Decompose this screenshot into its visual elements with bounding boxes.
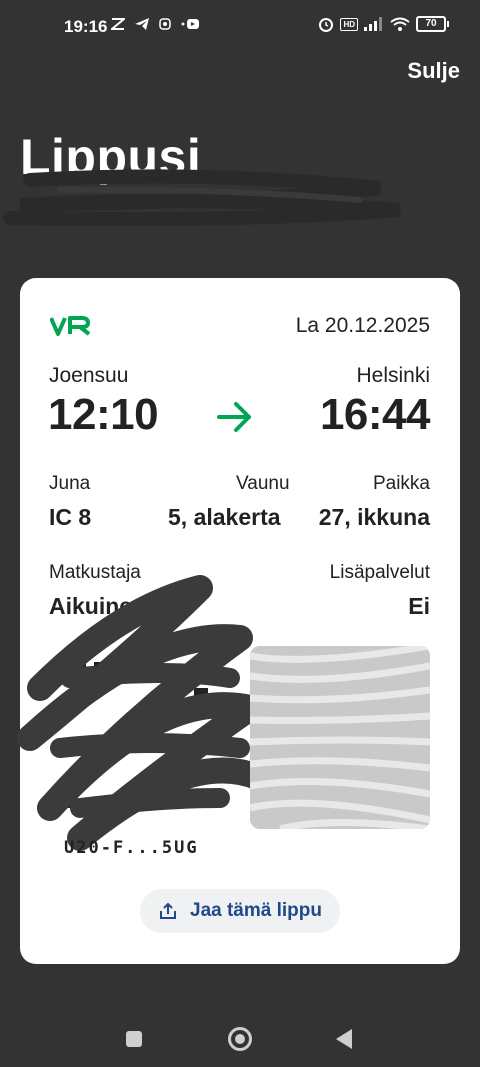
arrival-station: Helsinki <box>356 364 430 387</box>
seat-value: 27, ikkuna <box>318 504 430 530</box>
recent-apps-button[interactable] <box>126 1031 142 1047</box>
navigation-bar <box>0 1005 480 1067</box>
ticket-code: U20-F...5UG <box>64 838 199 858</box>
wifi-icon <box>390 17 410 31</box>
vr-logo <box>50 316 91 336</box>
share-button-label: Jaa tämä lippu <box>190 900 322 921</box>
train-label: Juna <box>49 473 91 494</box>
extras-value: Ei <box>408 593 430 619</box>
battery-icon: 70 <box>416 16 449 32</box>
car-label: Vaunu <box>236 473 290 494</box>
alarm-icon <box>319 18 334 32</box>
departure-station: Joensuu <box>49 364 129 387</box>
signal-icon <box>364 17 382 31</box>
close-button[interactable]: Sulje <box>407 58 460 84</box>
arrow-right-icon <box>217 402 251 432</box>
status-bar: 19:16 HD 70 <box>0 0 480 54</box>
volte-icon: HD <box>340 17 358 31</box>
arrival-time: 16:44 <box>319 390 431 439</box>
home-button[interactable] <box>228 1027 252 1051</box>
app-notification-icon <box>159 18 171 30</box>
share-ticket-button[interactable]: Jaa tämä lippu <box>140 889 340 933</box>
tiktok-like-icon <box>111 18 125 30</box>
car-value: 5, alakerta <box>168 504 281 530</box>
back-button[interactable] <box>336 1029 352 1049</box>
telegram-icon <box>135 18 149 30</box>
redaction-scribble <box>3 169 401 226</box>
status-time: 19:16 <box>64 17 108 36</box>
security-animation-image <box>250 646 430 829</box>
seat-label: Paikka <box>372 473 430 494</box>
ticket-card: La 20.12.2025 Joensuu Helsinki 12:10 16:… <box>17 278 460 964</box>
redaction-scribble <box>17 575 260 851</box>
share-upload-icon <box>160 902 176 919</box>
youtube-icon <box>181 19 199 29</box>
extras-label: Lisäpalvelut <box>329 562 430 583</box>
travel-date: La 20.12.2025 <box>295 314 430 337</box>
train-value: IC 8 <box>49 504 92 530</box>
departure-time: 12:10 <box>48 390 159 439</box>
